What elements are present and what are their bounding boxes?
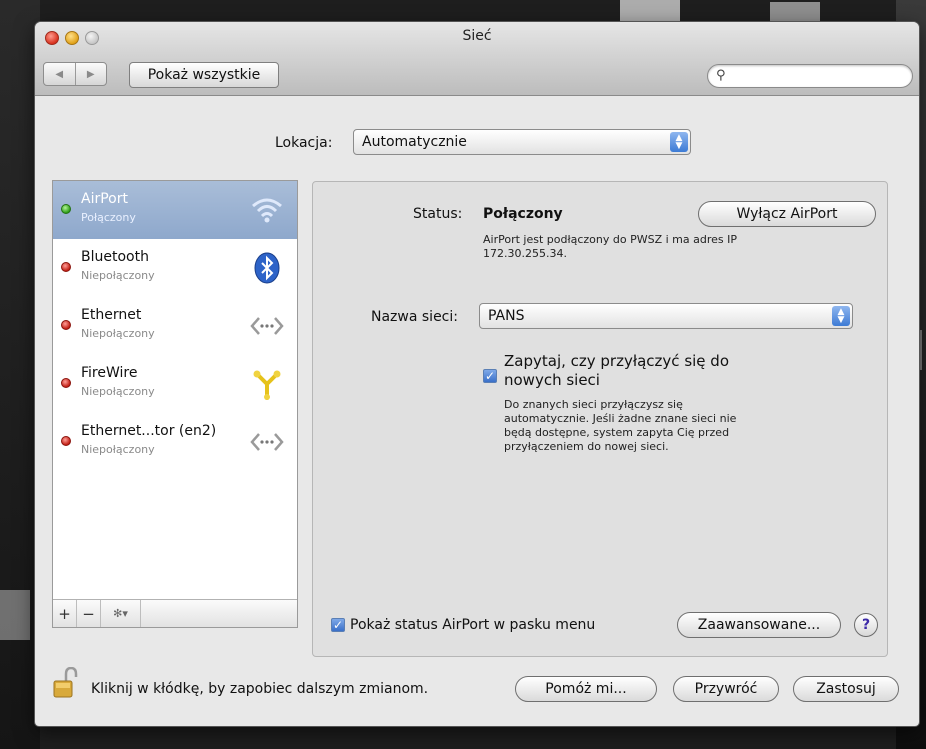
lock-icon[interactable] (52, 666, 78, 699)
status-description: AirPort jest podłączony do PWSZ i ma adr… (483, 233, 737, 261)
assist-me-button[interactable]: Pomóż mi... (515, 676, 657, 702)
popup-arrows-icon: ▲ ▼ (670, 132, 688, 152)
ethernet-icon (249, 308, 285, 344)
ethernet-icon (249, 424, 285, 460)
description-line: automatycznie. Jeśli żadne znane sieci n… (504, 412, 737, 425)
service-name: AirPort (81, 191, 128, 207)
service-name: FireWire (81, 365, 138, 381)
window-title: Sieć (462, 28, 492, 44)
status-description-line: AirPort jest podłączony do PWSZ i ma adr… (483, 233, 737, 246)
description-line: Do znanych sieci przyłączysz się (504, 398, 683, 411)
status-label: Status: (413, 206, 463, 222)
service-item-ethernet-en2[interactable]: Ethernet...tor (en2) Niepołączony (53, 413, 297, 471)
back-arrow-icon[interactable]: ◀ (44, 63, 76, 85)
ask-to-join-label-line: Zapytaj, czy przyłączyć się do (504, 352, 729, 370)
service-item-bluetooth[interactable]: Bluetooth Niepołączony (53, 239, 297, 297)
status-dot-icon (61, 436, 71, 446)
show-status-in-menu-checkbox[interactable]: ✓ (331, 618, 345, 632)
advanced-button[interactable]: Zaawansowane... (677, 612, 841, 638)
service-item-airport[interactable]: AirPort Połączony (53, 181, 297, 239)
service-list-toolbar: + − ✻▾ (53, 599, 297, 627)
status-dot-icon (61, 262, 71, 272)
ask-to-join-label-line: nowych sieci (504, 371, 600, 389)
help-button[interactable]: ? (854, 613, 878, 637)
service-status: Niepołączony (81, 327, 155, 340)
window-toolbar: Sieć ◀ ▶ Pokaż wszystkie ⚲ (35, 22, 919, 96)
revert-button[interactable]: Przywróć (673, 676, 779, 702)
forward-arrow-icon[interactable]: ▶ (76, 63, 107, 85)
service-item-ethernet[interactable]: Ethernet Niepołączony (53, 297, 297, 355)
status-description-line: 172.30.255.34. (483, 247, 567, 260)
network-service-list: AirPort Połączony Bluetooth Niepołączony (52, 180, 298, 628)
add-service-button[interactable]: + (53, 600, 77, 627)
firewire-icon (249, 366, 285, 402)
service-status: Połączony (81, 211, 136, 224)
show-all-button[interactable]: Pokaż wszystkie (129, 62, 279, 88)
location-label: Lokacja: (275, 135, 333, 151)
lock-message: Kliknij w kłódkę, by zapobiec dalszym zm… (91, 681, 429, 697)
action-menu-button[interactable]: ✻▾ (101, 600, 141, 627)
toggle-airport-button[interactable]: Wyłącz AirPort (698, 201, 876, 227)
status-dot-icon (61, 320, 71, 330)
remove-service-button[interactable]: − (77, 600, 101, 627)
status-dot-icon (61, 204, 71, 214)
service-name: Ethernet (81, 307, 142, 323)
service-item-firewire[interactable]: FireWire Niepołączony (53, 355, 297, 413)
status-value: Połączony (483, 206, 563, 222)
wifi-icon (249, 192, 285, 228)
description-line: przyłączeniem do nowej sieci. (504, 440, 669, 453)
service-status: Niepołączony (81, 269, 155, 282)
back-forward-control: ◀ ▶ (43, 62, 107, 86)
desktop-background-blob (0, 590, 30, 640)
location-popup[interactable]: Automatycznie ▲ ▼ (353, 129, 691, 155)
service-status: Niepołączony (81, 443, 155, 456)
status-dot-icon (61, 378, 71, 388)
service-name: Bluetooth (81, 249, 149, 265)
ask-to-join-checkbox[interactable]: ✓ (483, 369, 497, 383)
service-name: Ethernet...tor (en2) (81, 423, 217, 439)
ask-to-join-description: Do znanych sieci przyłączysz się automat… (504, 398, 736, 454)
network-name-value: PANS (488, 308, 525, 324)
show-status-in-menu-label: Pokaż status AirPort w pasku menu (350, 617, 596, 633)
desktop-background-blob (770, 2, 820, 24)
network-preferences-window: Sieć ◀ ▶ Pokaż wszystkie ⚲ Lokacja: Auto… (35, 22, 919, 726)
bluetooth-icon (249, 250, 285, 286)
search-field[interactable]: ⚲ (707, 64, 913, 88)
network-name-popup[interactable]: PANS ▲ ▼ (479, 303, 853, 329)
description-line: będą dostępne, system zapyta Cię przed (504, 426, 730, 439)
location-value: Automatycznie (362, 134, 467, 150)
network-name-label: Nazwa sieci: (371, 309, 458, 325)
service-detail-panel: Status: Połączony Wyłącz AirPort AirPort… (312, 181, 888, 657)
apply-button[interactable]: Zastosuj (793, 676, 899, 702)
ask-to-join-label: Zapytaj, czy przyłączyć się do nowych si… (504, 352, 729, 390)
popup-arrows-icon: ▲ ▼ (832, 306, 850, 326)
search-icon: ⚲ (716, 68, 726, 83)
service-status: Niepołączony (81, 385, 155, 398)
